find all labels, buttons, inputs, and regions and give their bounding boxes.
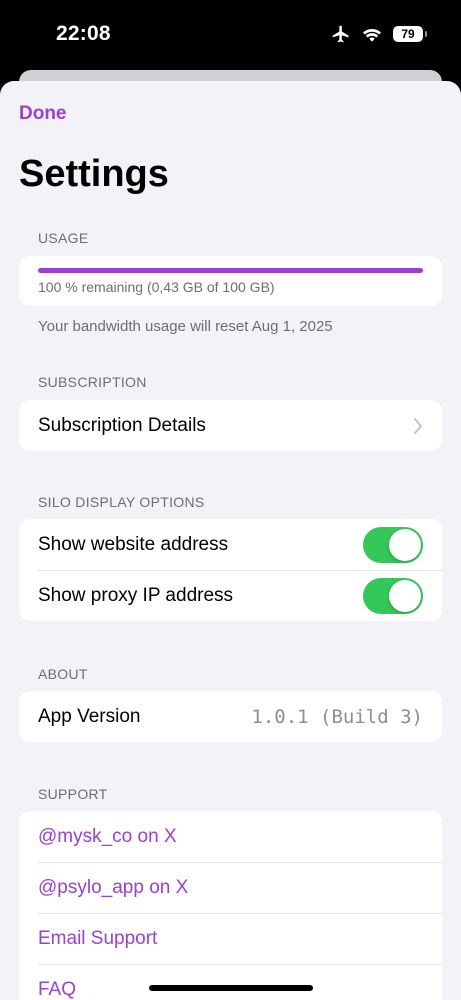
airplane-icon [332,25,349,43]
app-version-row: App Version 1.0.1 (Build 3) [19,691,442,742]
battery-level: 79 [401,27,415,41]
usage-card: 100 % remaining (0,43 GB of 100 GB) [19,256,442,306]
support-link-faq[interactable]: FAQ [19,964,442,1000]
support-link-email[interactable]: Email Support [19,913,442,964]
show-proxy-ip-label: Show proxy IP address [38,584,234,606]
app-version-value: 1.0.1 (Build 3) [251,705,423,728]
show-proxy-ip-toggle[interactable] [363,577,423,614]
support-link-mysk[interactable]: @mysk_co on X [19,811,442,862]
support-link-psylo[interactable]: @psylo_app on X [19,862,442,913]
toggle-knob [389,528,421,561]
done-button[interactable]: Done [19,103,67,125]
show-website-address-row: Show website address [19,519,442,570]
section-header-support: SUPPORT [38,786,108,802]
show-website-address-toggle[interactable] [363,526,423,563]
usage-progress-bar [38,268,423,273]
app-version-label: App Version [38,705,141,727]
section-header-subscription: SUBSCRIPTION [38,374,147,390]
usage-progress-fill [38,268,423,273]
subscription-card: Subscription Details [19,400,442,451]
status-icons: 79 [331,22,427,46]
show-proxy-ip-row: Show proxy IP address [19,570,442,621]
show-website-address-label: Show website address [38,533,229,555]
settings-sheet: Done Settings USAGE 100 % remaining (0,4… [0,81,461,1000]
chevron-right-icon [414,417,422,434]
home-indicator [149,985,313,991]
toggle-knob [389,579,421,612]
display-options-card: Show website address Show proxy IP addre… [19,519,442,621]
support-card: @mysk_co on X @psylo_app on X Email Supp… [19,811,442,1000]
status-bar: 22:08 79 [0,0,461,70]
section-header-display-options: SILO DISPLAY OPTIONS [38,494,205,510]
section-header-about: ABOUT [38,666,88,682]
page-title: Settings [19,153,169,195]
usage-footnote: Your bandwidth usage will reset Aug 1, 2… [38,318,333,335]
wifi-icon [363,28,381,42]
usage-text: 100 % remaining (0,43 GB of 100 GB) [38,279,275,295]
subscription-details-row[interactable]: Subscription Details [19,400,442,451]
about-card: App Version 1.0.1 (Build 3) [19,691,442,742]
subscription-details-label: Subscription Details [38,414,206,436]
battery-icon: 79 [393,26,427,42]
section-header-usage: USAGE [38,230,89,246]
status-time: 22:08 [56,22,111,45]
